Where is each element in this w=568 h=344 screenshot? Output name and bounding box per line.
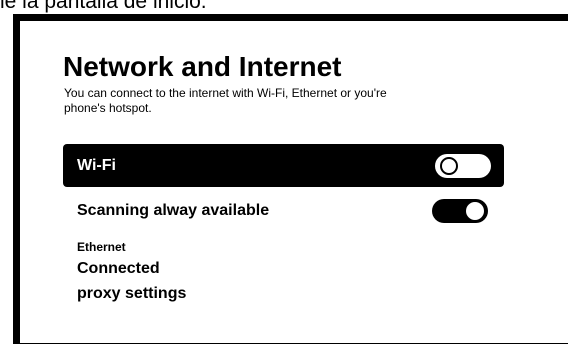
scanning-toggle[interactable] — [432, 199, 488, 223]
ethernet-heading: Ethernet — [77, 240, 126, 254]
ethernet-status[interactable]: Connected — [77, 259, 160, 279]
proxy-settings-link[interactable]: proxy settings — [77, 284, 186, 304]
toggle-knob — [440, 156, 458, 175]
caption-text: le la pantalla de inicio. — [0, 0, 207, 13]
page-title: Network and Internet — [63, 51, 342, 82]
wifi-toggle[interactable] — [435, 153, 491, 178]
wifi-row[interactable]: Wi-Fi — [63, 144, 504, 187]
toggle-knob — [464, 200, 486, 222]
scanning-row[interactable]: Scanning alway available — [63, 190, 504, 232]
wifi-label: Wi-Fi — [77, 156, 116, 174]
scanning-label: Scanning alway available — [77, 202, 270, 219]
page-subtitle: You can connect to the internet with Wi-… — [64, 86, 387, 115]
